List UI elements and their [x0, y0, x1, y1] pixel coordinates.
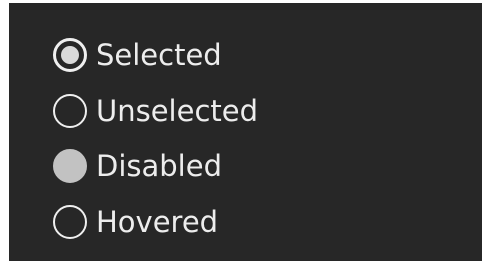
- radio-label-hovered: Hovered: [96, 205, 219, 239]
- radio-label-unselected: Unselected: [96, 94, 259, 128]
- radio-button-disabled: [53, 149, 87, 183]
- radio-label-selected: Selected: [96, 38, 222, 72]
- radio-group-panel: Selected Unselected Disabled Hovered: [9, 3, 482, 261]
- radio-option-disabled: Disabled: [53, 146, 222, 186]
- radio-button-unchecked[interactable]: [53, 94, 87, 128]
- radio-label-disabled: Disabled: [96, 149, 222, 183]
- radio-option-hovered[interactable]: Hovered: [53, 202, 218, 242]
- radio-option-unselected[interactable]: Unselected: [53, 91, 258, 131]
- radio-button-checked[interactable]: [53, 38, 87, 72]
- radio-option-selected[interactable]: Selected: [53, 35, 222, 75]
- radio-selected-dot: [61, 46, 79, 64]
- radio-button-hovered[interactable]: [53, 205, 87, 239]
